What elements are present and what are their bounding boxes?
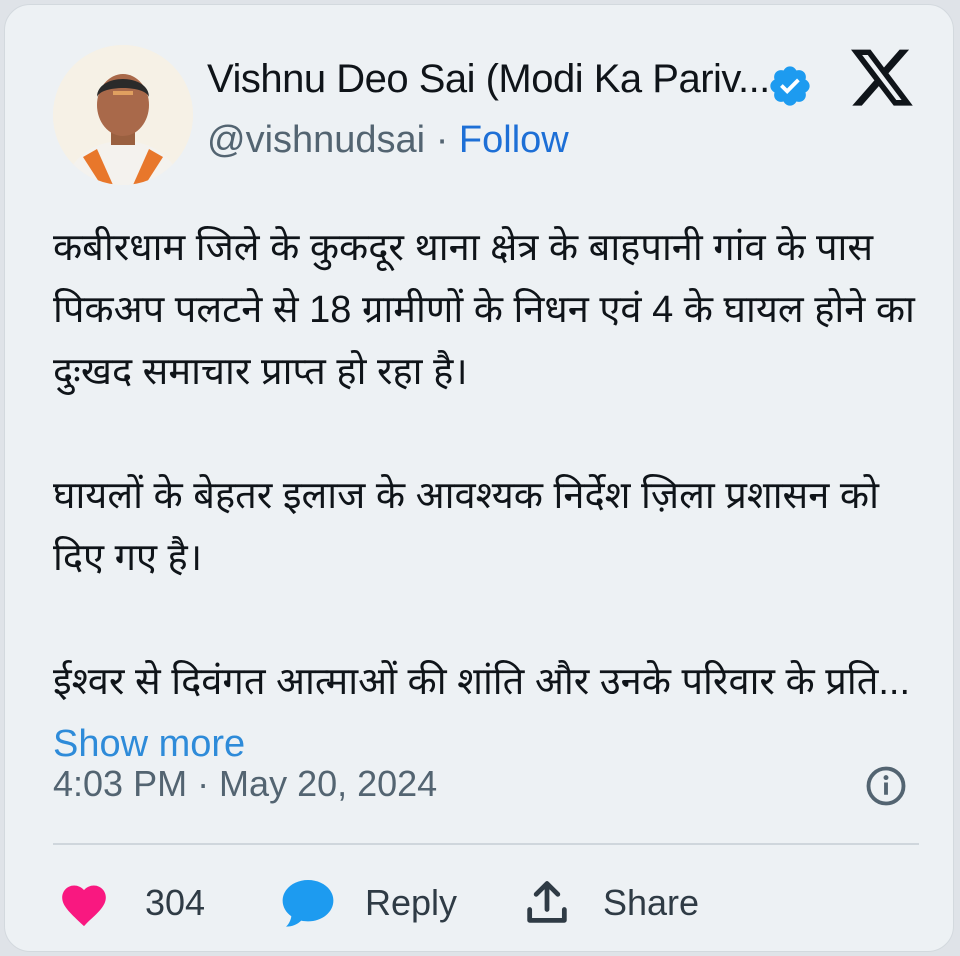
tweet-paragraph-3: ईश्वर से दिवंगत आत्माओं की शांति और उनके… [53, 651, 933, 775]
reply-button[interactable]: Reply [279, 875, 457, 931]
reply-label: Reply [365, 882, 458, 923]
tweet-timestamp[interactable]: 4:03 PM · May 20, 2024 [53, 763, 437, 805]
author-name[interactable]: Vishnu Deo Sai (Modi Ka Pariv... [207, 57, 770, 102]
reply-bubble-icon [282, 880, 334, 927]
share-label: Share [603, 882, 700, 923]
tweet-card: Vishnu Deo Sai (Modi Ka Pariv... @vishnu… [4, 4, 954, 952]
info-icon[interactable] [865, 765, 907, 807]
verified-badge-icon [770, 66, 810, 106]
heart-icon [62, 885, 106, 927]
tweet-paragraph-1: कबीरधाम जिले के कुकदूर थाना क्षेत्र के ब… [53, 227, 915, 393]
divider [53, 843, 919, 845]
follow-button[interactable]: Follow [459, 119, 569, 161]
tweet-paragraph-2: घायलों के बेहतर इलाज के आवश्यक निर्देश ज… [53, 475, 879, 579]
x-logo-icon[interactable] [851, 49, 915, 109]
likes-count: 304 [145, 882, 206, 923]
handle-row: @vishnudsai · Follow [207, 119, 569, 162]
avatar-image [53, 45, 193, 185]
separator: · [435, 119, 449, 161]
share-icon [527, 881, 567, 923]
share-button[interactable]: Share [521, 875, 699, 931]
avatar[interactable] [53, 45, 193, 185]
show-more-link[interactable]: Show more [53, 723, 245, 765]
tweet-paragraph-3-text: ईश्वर से दिवंगत आत्माओं की शांति और उनके… [53, 661, 911, 703]
author-handle[interactable]: @vishnudsai [207, 119, 425, 161]
tweet-text: कबीरधाम जिले के कुकदूर थाना क्षेत्र के ब… [53, 217, 933, 775]
like-button[interactable]: 304 [57, 875, 205, 931]
